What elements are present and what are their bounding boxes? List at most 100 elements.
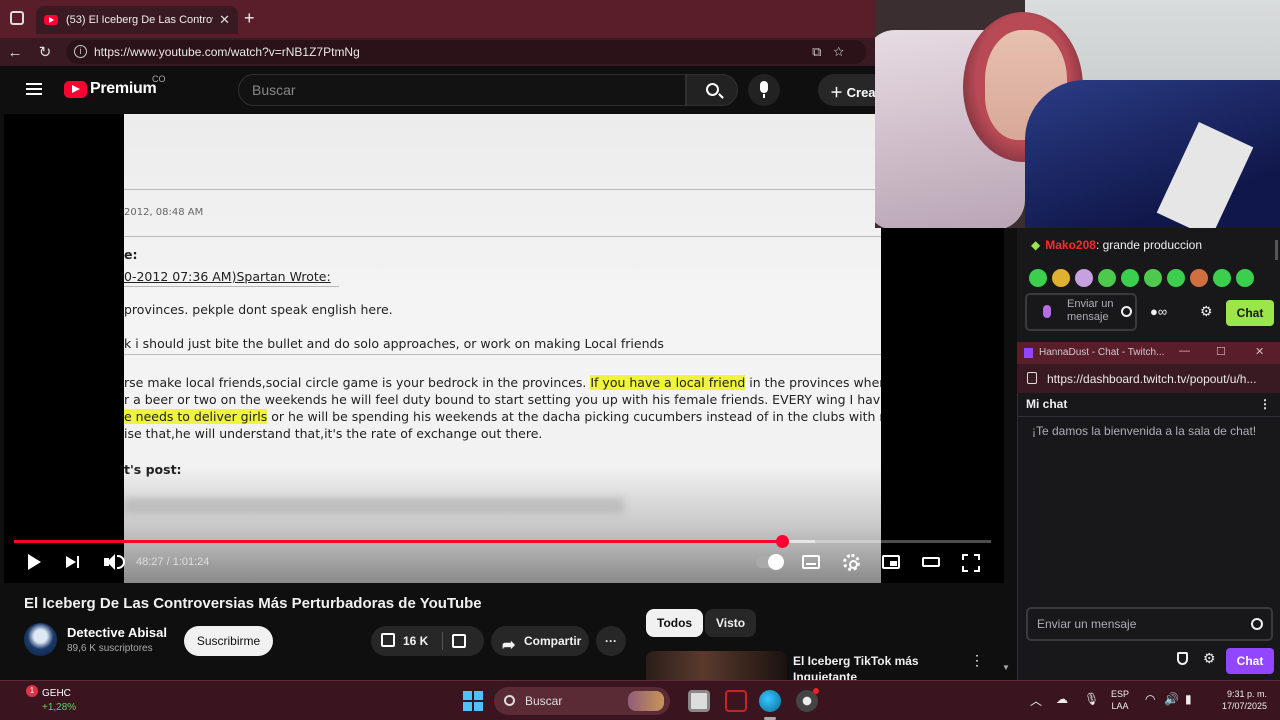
popout-chat-settings-icon[interactable]: ⚙ (1203, 650, 1216, 667)
show-hidden-icons-icon[interactable]: ︿ (1030, 692, 1042, 709)
fullscreen-corner (974, 566, 980, 572)
like-icon[interactable] (381, 633, 395, 647)
emote-icon[interactable] (1144, 269, 1162, 287)
settings-gear-icon[interactable] (843, 554, 860, 571)
chat-settings-icon[interactable]: ⚙ (1200, 303, 1213, 320)
doc-divider (124, 236, 881, 237)
battery-icon[interactable]: ▮ (1185, 692, 1192, 706)
menu-icon[interactable] (26, 83, 42, 95)
doc-line: e needs to deliver girls or he will be s… (124, 409, 881, 424)
speaker-icon[interactable]: 🔊 (1164, 692, 1179, 706)
clock[interactable]: 9:31 p. m. 17/07/2025 (1207, 688, 1267, 712)
youtube-logo[interactable]: Premium CO (64, 74, 166, 98)
twitch-chat-overlay: ◆ Mako208: grande produccion Enviar un me… (1017, 228, 1280, 342)
app-icon[interactable] (725, 690, 747, 712)
fullscreen-icon[interactable] (962, 554, 980, 572)
chip-watched[interactable]: Visto (705, 609, 757, 637)
more-actions-button[interactable]: ··· (596, 626, 626, 656)
close-window-icon[interactable]: ✕ (1255, 345, 1264, 358)
country-code: CO (152, 74, 166, 84)
mod-shield-icon[interactable] (1177, 652, 1188, 665)
language-indicator[interactable]: ESP LAA (1111, 688, 1129, 712)
play-icon[interactable] (26, 550, 42, 574)
browser-tab[interactable]: (53) El Iceberg De Las Controversi ✕ (36, 6, 238, 34)
taskbar-search[interactable]: Buscar (494, 687, 670, 715)
youtube-favicon-icon (44, 15, 58, 25)
chip-all[interactable]: Todos (646, 609, 704, 637)
emote-icon[interactable] (1236, 269, 1254, 287)
youtube-header: Premium CO Buscar ＋ Crea (4, 66, 898, 114)
time-display: 48:27 / 1:01:24 (136, 556, 210, 568)
url-text: https://www.youtube.com/watch?v=rNB1Z7Pt… (94, 45, 360, 59)
youtube-play-logo-icon (64, 80, 87, 98)
channel-avatar[interactable] (24, 623, 57, 656)
task-view-icon[interactable] (688, 690, 710, 712)
chat-more-icon[interactable]: ⋮ (1259, 397, 1271, 411)
reload-icon[interactable]: ↻ (30, 43, 60, 61)
popout-chat-input[interactable]: Enviar un mensaje (1026, 607, 1273, 641)
back-icon[interactable]: ← (0, 44, 30, 61)
recommended-more-icon[interactable]: ⋮ (970, 652, 984, 669)
autoplay-toggle[interactable] (756, 554, 784, 570)
doc-line: ise that,he will understand that,it's th… (124, 426, 543, 441)
search-button[interactable] (686, 74, 738, 106)
like-count[interactable]: 16 K (403, 626, 428, 656)
recommended-title[interactable]: El Iceberg TikTok más Inquietante (793, 653, 953, 680)
search-input[interactable]: Buscar (238, 74, 686, 106)
edge-browser-icon[interactable] (759, 690, 781, 712)
channel-name[interactable]: Detective Abisal (67, 625, 167, 640)
emote-icon[interactable] (1098, 269, 1116, 287)
miniplayer-icon[interactable] (882, 555, 900, 569)
chat-username[interactable]: Mako208 (1045, 238, 1096, 252)
minimize-icon[interactable]: — (1179, 345, 1190, 357)
theater-mode-icon[interactable] (922, 557, 940, 567)
emote-icon[interactable] (1029, 269, 1047, 287)
chat-scrollbar[interactable] (1275, 240, 1278, 260)
close-tab-icon[interactable]: ✕ (219, 12, 230, 28)
address-bar-row: ← ↻ i https://www.youtube.com/watch?v=rN… (0, 38, 875, 66)
emote-picker-icon[interactable] (1121, 306, 1132, 317)
next-icon[interactable] (66, 550, 82, 574)
wifi-icon[interactable]: ◠ (1145, 692, 1155, 706)
site-info-icon[interactable]: i (74, 45, 87, 58)
chat-input[interactable]: Enviar un mensaje (1025, 293, 1137, 331)
subscribe-button[interactable]: Suscribirme (184, 626, 273, 656)
doc-text: rse make local friends,social circle gam… (124, 375, 587, 390)
search-icon (706, 83, 719, 96)
doc-divider (124, 354, 881, 355)
tray-app-icon[interactable]: ☁ (1056, 692, 1068, 706)
emote-icon[interactable] (1052, 269, 1070, 287)
progress-bar[interactable] (14, 535, 991, 548)
bits-icon[interactable]: ●∞ (1150, 304, 1167, 319)
dislike-icon[interactable] (452, 634, 466, 648)
subscriber-count: 89,6 K suscriptores (67, 643, 153, 654)
highlighted-text: e needs to deliver girls (124, 409, 268, 424)
scroll-down-icon[interactable]: ▼ (1002, 663, 1010, 672)
emote-icon[interactable] (1121, 269, 1139, 287)
video-player[interactable]: 2012, 08:48 AM e: 0-2012 07:36 AM)Sparta… (4, 114, 1004, 583)
popout-url-bar[interactable]: https://dashboard.twitch.tv/popout/u/h..… (1017, 364, 1280, 393)
favorites-icon[interactable]: ⧉☆ (812, 44, 856, 60)
emote-icon[interactable] (1213, 269, 1231, 287)
share-button[interactable]: ➦ Compartir (491, 626, 589, 656)
popout-chat-send-button[interactable]: Chat (1226, 648, 1274, 674)
highlighted-text: If you have a local friend (590, 375, 746, 390)
emote-icon[interactable] (1190, 269, 1208, 287)
chat-send-button[interactable]: Chat (1226, 300, 1274, 326)
url-field[interactable]: i https://www.youtube.com/watch?v=rNB1Z7… (66, 40, 866, 64)
tab-actions-icon[interactable] (10, 11, 24, 25)
emote-picker-icon[interactable] (1251, 618, 1263, 630)
tray-mic-icon[interactable]: 🎙 (1084, 692, 1099, 706)
blurred-text (124, 498, 624, 514)
voice-search-button[interactable] (748, 74, 780, 106)
emote-icon[interactable] (1167, 269, 1185, 287)
emote-icon[interactable] (1075, 269, 1093, 287)
recommended-thumbnail[interactable] (646, 651, 787, 681)
windows-start-icon[interactable] (463, 691, 483, 711)
popout-chat-panel: Mi chat ⋮ ¡Te damos la bienvenida a la s… (1017, 393, 1280, 680)
maximize-icon[interactable]: ☐ (1216, 345, 1226, 358)
stock-ticker[interactable]: GEHC (42, 688, 71, 699)
subtitles-icon[interactable] (802, 555, 820, 569)
new-tab-icon[interactable]: + (244, 8, 255, 29)
doc-text: or he will be spending his weekends at t… (271, 409, 881, 424)
